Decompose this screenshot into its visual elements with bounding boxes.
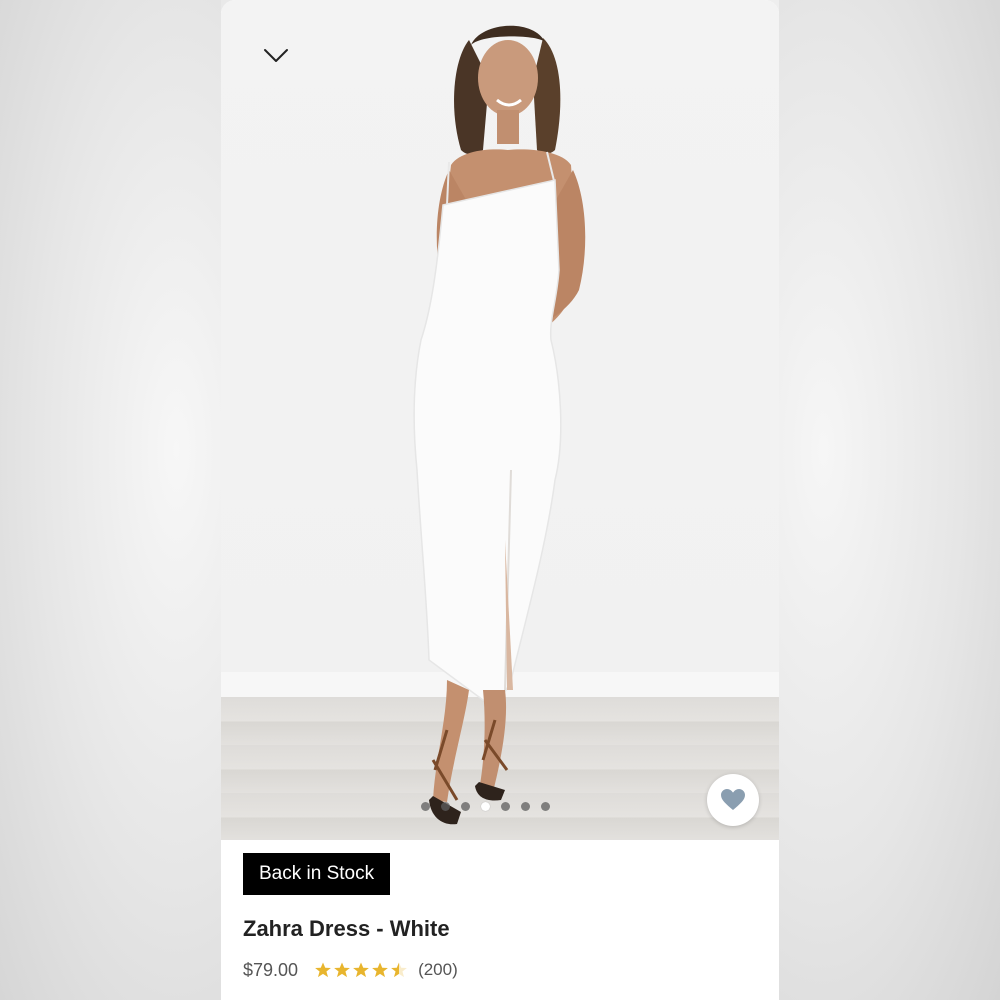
gallery-pagination[interactable] [421,802,550,812]
background-right-blur [779,0,1000,1000]
product-image[interactable] [221,0,779,840]
pagination-dot[interactable] [521,802,530,811]
model-illustration [413,25,586,825]
review-count[interactable]: (200) [418,960,458,980]
star-rating[interactable] [314,961,408,979]
star-half-icon [391,962,407,978]
star-icon [315,962,331,978]
product-title: Zahra Dress - White [243,916,450,941]
product-price: $79.00 [243,959,299,980]
star-icon [353,962,369,978]
pagination-dot[interactable] [461,802,470,811]
pagination-dot[interactable] [541,802,550,811]
pagination-dot[interactable] [501,802,510,811]
status-badge: Back in Stock [243,853,391,895]
pagination-dot[interactable] [421,802,430,811]
product-card: Back in Stock Zahra Dress - White $79.00… [221,0,779,1000]
price-rating-row: $79.00 (200) [243,958,458,982]
pagination-dot-active[interactable] [481,802,490,811]
wishlist-button[interactable] [707,774,759,826]
star-icon [372,962,388,978]
heart-icon [721,789,745,810]
star-icon [334,962,350,978]
chevron-down-icon[interactable] [261,40,291,70]
background-left-blur [0,0,221,1000]
pagination-dot[interactable] [441,802,450,811]
